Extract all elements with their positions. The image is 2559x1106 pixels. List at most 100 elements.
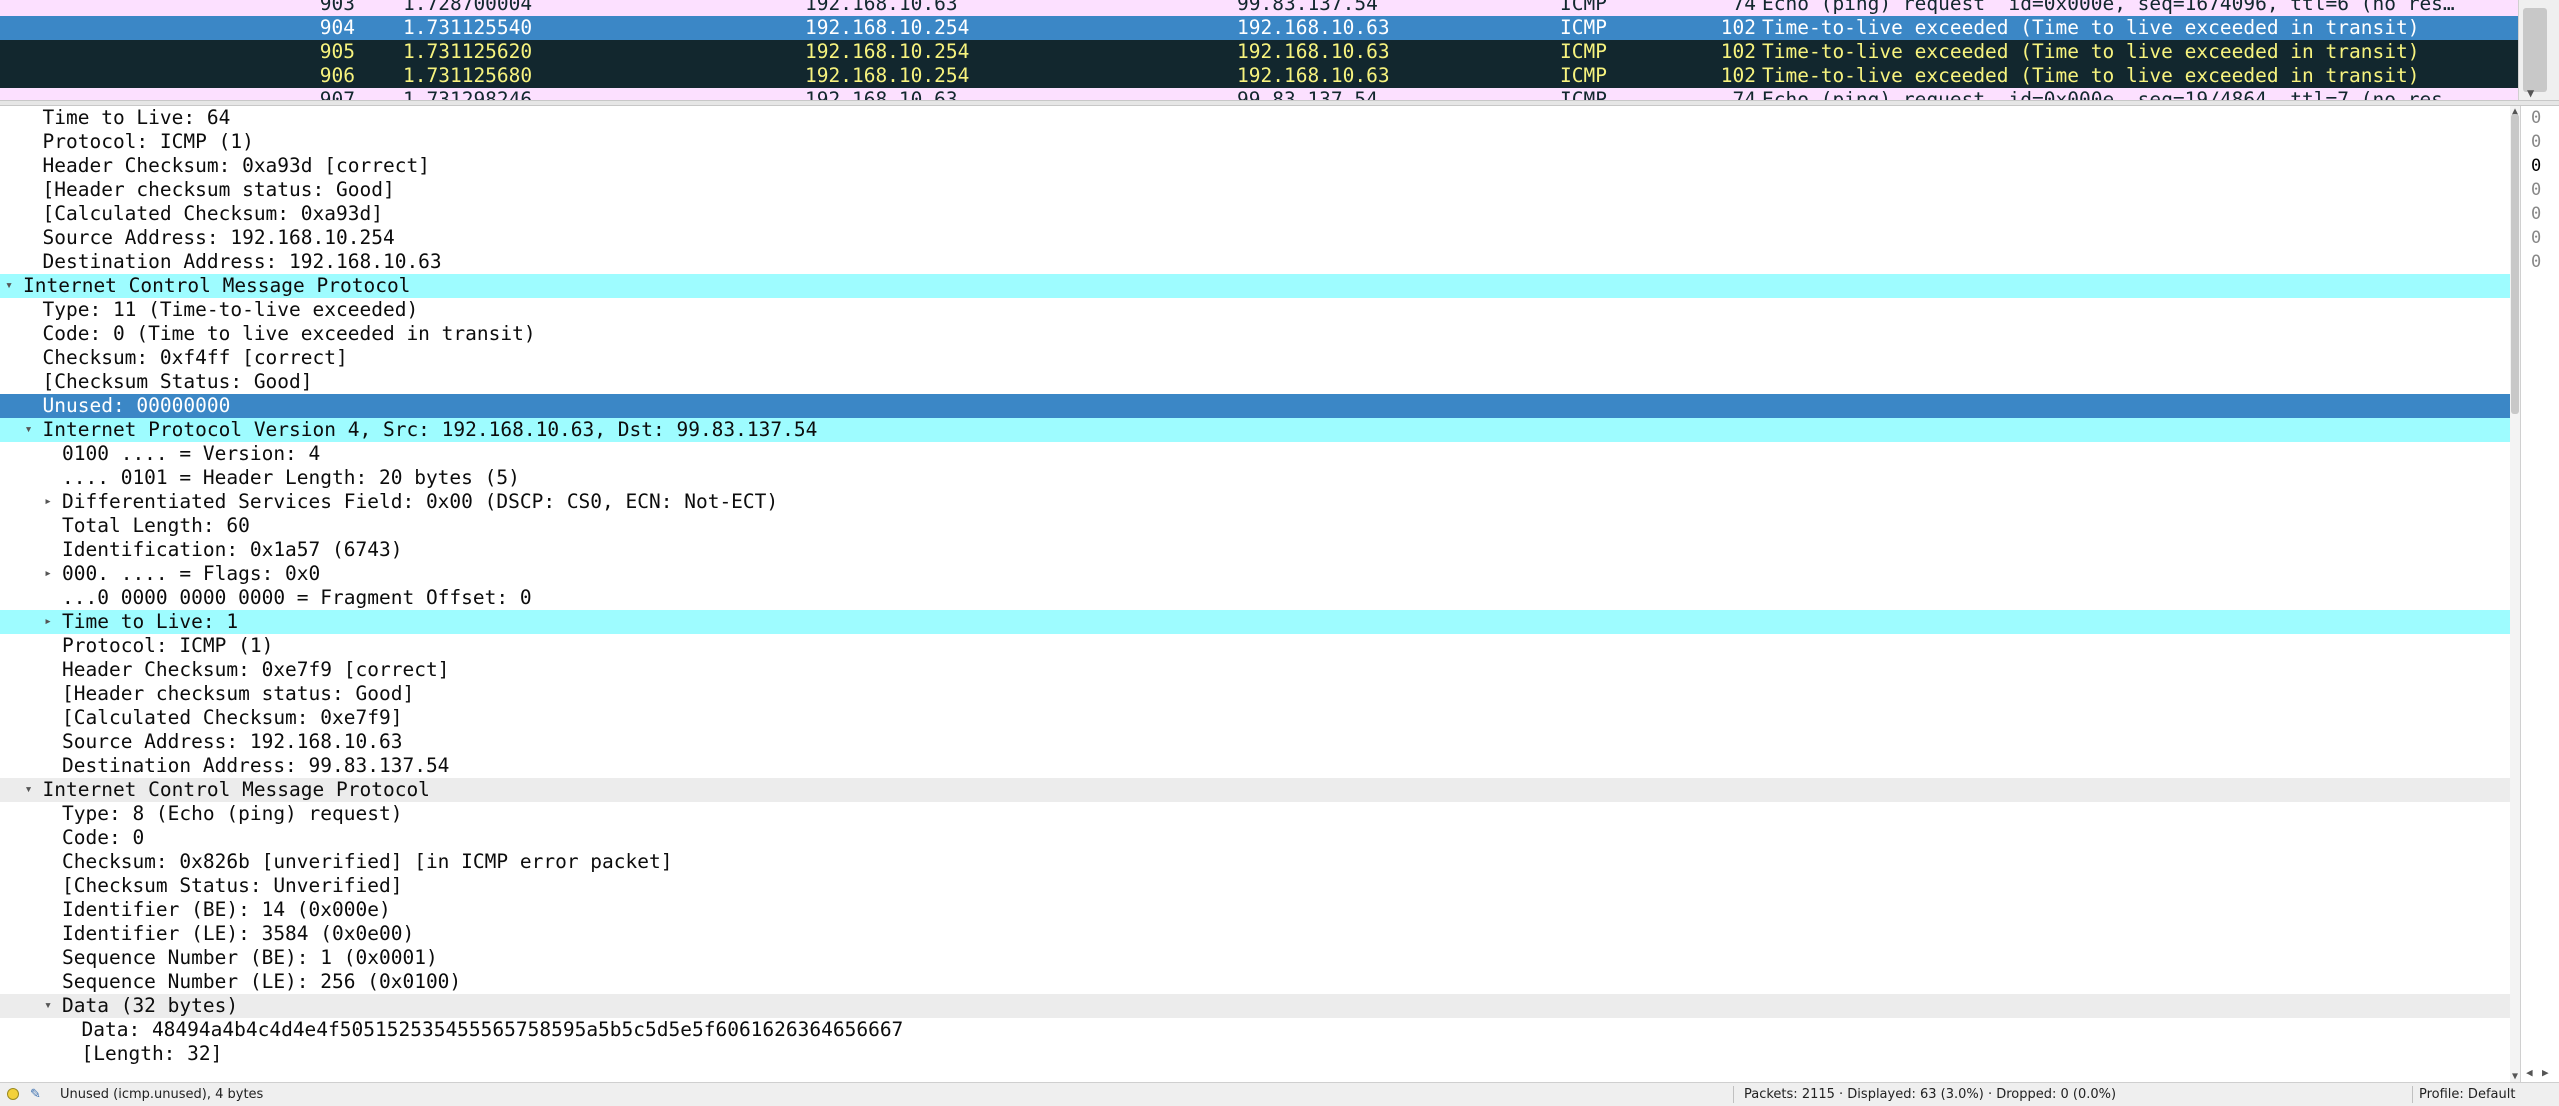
detail-tree-item-label: Identification: 0x1a57 (6743): [62, 538, 403, 561]
collapsed-triangle-icon[interactable]: ▸: [41, 562, 55, 586]
scroll-left-arrow-icon[interactable]: ◀: [2526, 1066, 2533, 1079]
packet-number: 904: [319, 16, 355, 39]
packet-details-scrollbar[interactable]: ▲ ▼: [2510, 106, 2520, 1082]
packet-row[interactable]: 903 1.728700004 192.168.10.63 99.83.137.54 I…: [0, 0, 2518, 16]
detail-tree-item[interactable]: [Header checksum status: Good]: [0, 682, 2510, 706]
detail-tree-item[interactable]: Identification: 0x1a57 (6743): [0, 538, 2510, 562]
detail-tree-item-label: Type: 11 (Time-to-live exceeded): [42, 298, 419, 321]
detail-tree-item[interactable]: ▸ Time to Live: 1: [0, 610, 2510, 634]
detail-tree-item[interactable]: Unused: 00000000: [0, 394, 2510, 418]
packet-list-scrollbar[interactable]: ▼: [2518, 0, 2559, 100]
detail-tree-item[interactable]: [Checksum Status: Good]: [0, 370, 2510, 394]
scrollbar-thumb[interactable]: [2511, 114, 2519, 414]
packet-row[interactable]: 905 1.731125620 192.168.10.254 192.168.10.6…: [0, 40, 2518, 64]
packet-number: 903: [319, 0, 355, 15]
hex-offset[interactable]: 0: [2531, 226, 2541, 250]
detail-tree-item[interactable]: 0100 .... = Version: 4: [0, 442, 2510, 466]
hex-offset[interactable]: 0: [2531, 250, 2541, 274]
scrollbar-thumb[interactable]: [2523, 8, 2547, 92]
detail-tree-item[interactable]: [Checksum Status: Unverified]: [0, 874, 2510, 898]
edit-comment-icon[interactable]: ✎: [30, 1083, 41, 1106]
detail-tree-item-label: Data (32 bytes): [62, 994, 239, 1017]
detail-tree-item[interactable]: ▸ 000. .... = Flags: 0x0: [0, 562, 2510, 586]
packet-protocol: ICMP: [1560, 16, 1607, 39]
detail-tree-item[interactable]: Destination Address: 99.83.137.54: [0, 754, 2510, 778]
hex-offset[interactable]: 0: [2531, 154, 2541, 178]
detail-tree-item[interactable]: Protocol: ICMP (1): [0, 130, 2510, 154]
detail-tree-item-label: 0100 .... = Version: 4: [62, 442, 321, 465]
detail-tree-item-label: Identifier (BE): 14 (0x000e): [62, 898, 391, 921]
bytes-pane-nav[interactable]: ◀ ▶: [2520, 1066, 2559, 1082]
detail-tree-item[interactable]: Type: 8 (Echo (ping) request): [0, 802, 2510, 826]
status-field-info: Unused (icmp.unused), 4 bytes: [60, 1087, 264, 1102]
detail-tree-item[interactable]: [Header checksum status: Good]: [0, 178, 2510, 202]
hex-offset[interactable]: 0: [2531, 178, 2541, 202]
detail-tree-item-label: Internet Protocol Version 4, Src: 192.16…: [42, 418, 818, 441]
detail-tree-item[interactable]: ▾ Internet Control Message Protocol: [0, 778, 2510, 802]
detail-tree-item[interactable]: Protocol: ICMP (1): [0, 634, 2510, 658]
scroll-down-arrow-icon[interactable]: ▼: [2510, 1071, 2520, 1082]
scroll-right-arrow-icon[interactable]: ▶: [2542, 1066, 2549, 1079]
packet-destination: 99.83.137.54: [1237, 0, 1378, 15]
detail-tree-item[interactable]: Source Address: 192.168.10.254: [0, 226, 2510, 250]
detail-tree-item[interactable]: .... 0101 = Header Length: 20 bytes (5): [0, 466, 2510, 490]
detail-tree-item-label: 000. .... = Flags: 0x0: [62, 562, 321, 585]
detail-tree-item-label: ...0 0000 0000 0000 = Fragment Offset: 0: [62, 586, 532, 609]
detail-tree-item[interactable]: Identifier (BE): 14 (0x000e): [0, 898, 2510, 922]
hex-offset[interactable]: 0: [2531, 130, 2541, 154]
detail-tree-item[interactable]: [Calculated Checksum: 0xe7f9]: [0, 706, 2510, 730]
packet-source: 192.168.10.254: [805, 16, 970, 39]
detail-tree-item[interactable]: Code: 0 (Time to live exceeded in transi…: [0, 322, 2510, 346]
collapsed-triangle-icon[interactable]: ▸: [41, 490, 55, 514]
detail-tree-item[interactable]: ...0 0000 0000 0000 = Fragment Offset: 0: [0, 586, 2510, 610]
detail-tree-item-label: Internet Control Message Protocol: [23, 274, 411, 297]
detail-tree-item-label: [Length: 32]: [81, 1042, 223, 1065]
detail-tree-item-label: Protocol: ICMP (1): [62, 634, 274, 657]
expanded-triangle-icon[interactable]: ▾: [22, 778, 36, 802]
detail-tree-item[interactable]: ▾ Internet Control Message Protocol: [0, 274, 2510, 298]
packet-number: 905: [319, 40, 355, 63]
detail-tree-item[interactable]: ▾ Internet Protocol Version 4, Src: 192.1…: [0, 418, 2510, 442]
packet-number: 906: [319, 64, 355, 87]
expanded-triangle-icon[interactable]: ▾: [22, 418, 36, 442]
detail-tree-item-label: Checksum: 0xf4ff [correct]: [42, 346, 348, 369]
detail-tree-item[interactable]: Sequence Number (BE): 1 (0x0001): [0, 946, 2510, 970]
packet-row[interactable]: 904 1.731125540 192.168.10.254 192.168.10.6…: [0, 16, 2518, 40]
detail-tree-item[interactable]: Header Checksum: 0xa93d [correct]: [0, 154, 2510, 178]
packet-bytes-pane[interactable]: 0000000: [2520, 106, 2559, 1082]
packet-row[interactable]: 907 1.731298246 192.168.10.63 99.83.137.54 I…: [0, 88, 2518, 100]
packet-row[interactable]: 906 1.731125680 192.168.10.254 192.168.10.6…: [0, 64, 2518, 88]
hex-offset[interactable]: 0: [2531, 106, 2541, 130]
detail-tree-item[interactable]: Total Length: 60: [0, 514, 2510, 538]
packet-length: 74: [1732, 0, 1756, 15]
hex-offset[interactable]: 0: [2531, 202, 2541, 226]
status-bar: ✎ Unused (icmp.unused), 4 bytes Packets:…: [0, 1082, 2559, 1106]
detail-tree-item[interactable]: Time to Live: 64: [0, 106, 2510, 130]
detail-tree-item[interactable]: Code: 0: [0, 826, 2510, 850]
detail-tree-item[interactable]: Type: 11 (Time-to-live exceeded): [0, 298, 2510, 322]
detail-tree-item[interactable]: Identifier (LE): 3584 (0x0e00): [0, 922, 2510, 946]
packet-list[interactable]: 903 1.728700004 192.168.10.63 99.83.137.54 I…: [0, 0, 2518, 100]
packet-details-tree[interactable]: Time to Live: 64 Protocol: ICMP (1) Header…: [0, 106, 2510, 1082]
scroll-down-arrow-icon[interactable]: ▼: [2527, 86, 2534, 100]
detail-tree-item[interactable]: Checksum: 0xf4ff [correct]: [0, 346, 2510, 370]
expert-info-icon[interactable]: [7, 1088, 19, 1100]
packet-info: Time-to-live exceeded (Time to live exce…: [1762, 40, 2420, 63]
detail-tree-item[interactable]: [Length: 32]: [0, 1042, 2510, 1066]
detail-tree-item[interactable]: ▸ Differentiated Services Field: 0x00 (DS…: [0, 490, 2510, 514]
detail-tree-item[interactable]: Header Checksum: 0xe7f9 [correct]: [0, 658, 2510, 682]
collapsed-triangle-icon[interactable]: ▸: [41, 610, 55, 634]
detail-tree-item[interactable]: Sequence Number (LE): 256 (0x0100): [0, 970, 2510, 994]
detail-tree-item[interactable]: [Calculated Checksum: 0xa93d]: [0, 202, 2510, 226]
detail-tree-item[interactable]: ▾ Data (32 bytes): [0, 994, 2510, 1018]
packet-source: 192.168.10.254: [805, 40, 970, 63]
expanded-triangle-icon[interactable]: ▾: [41, 994, 55, 1018]
packet-destination: 192.168.10.63: [1237, 16, 1390, 39]
expanded-triangle-icon[interactable]: ▾: [2, 274, 16, 298]
detail-tree-item[interactable]: Destination Address: 192.168.10.63: [0, 250, 2510, 274]
detail-tree-item[interactable]: Source Address: 192.168.10.63: [0, 730, 2510, 754]
packet-source: 192.168.10.254: [805, 64, 970, 87]
status-profile[interactable]: Profile: Default: [2419, 1083, 2515, 1106]
detail-tree-item[interactable]: Data: 48494a4b4c4d4e4f505152535455565758…: [0, 1018, 2510, 1042]
detail-tree-item[interactable]: Checksum: 0x826b [unverified] [in ICMP e…: [0, 850, 2510, 874]
